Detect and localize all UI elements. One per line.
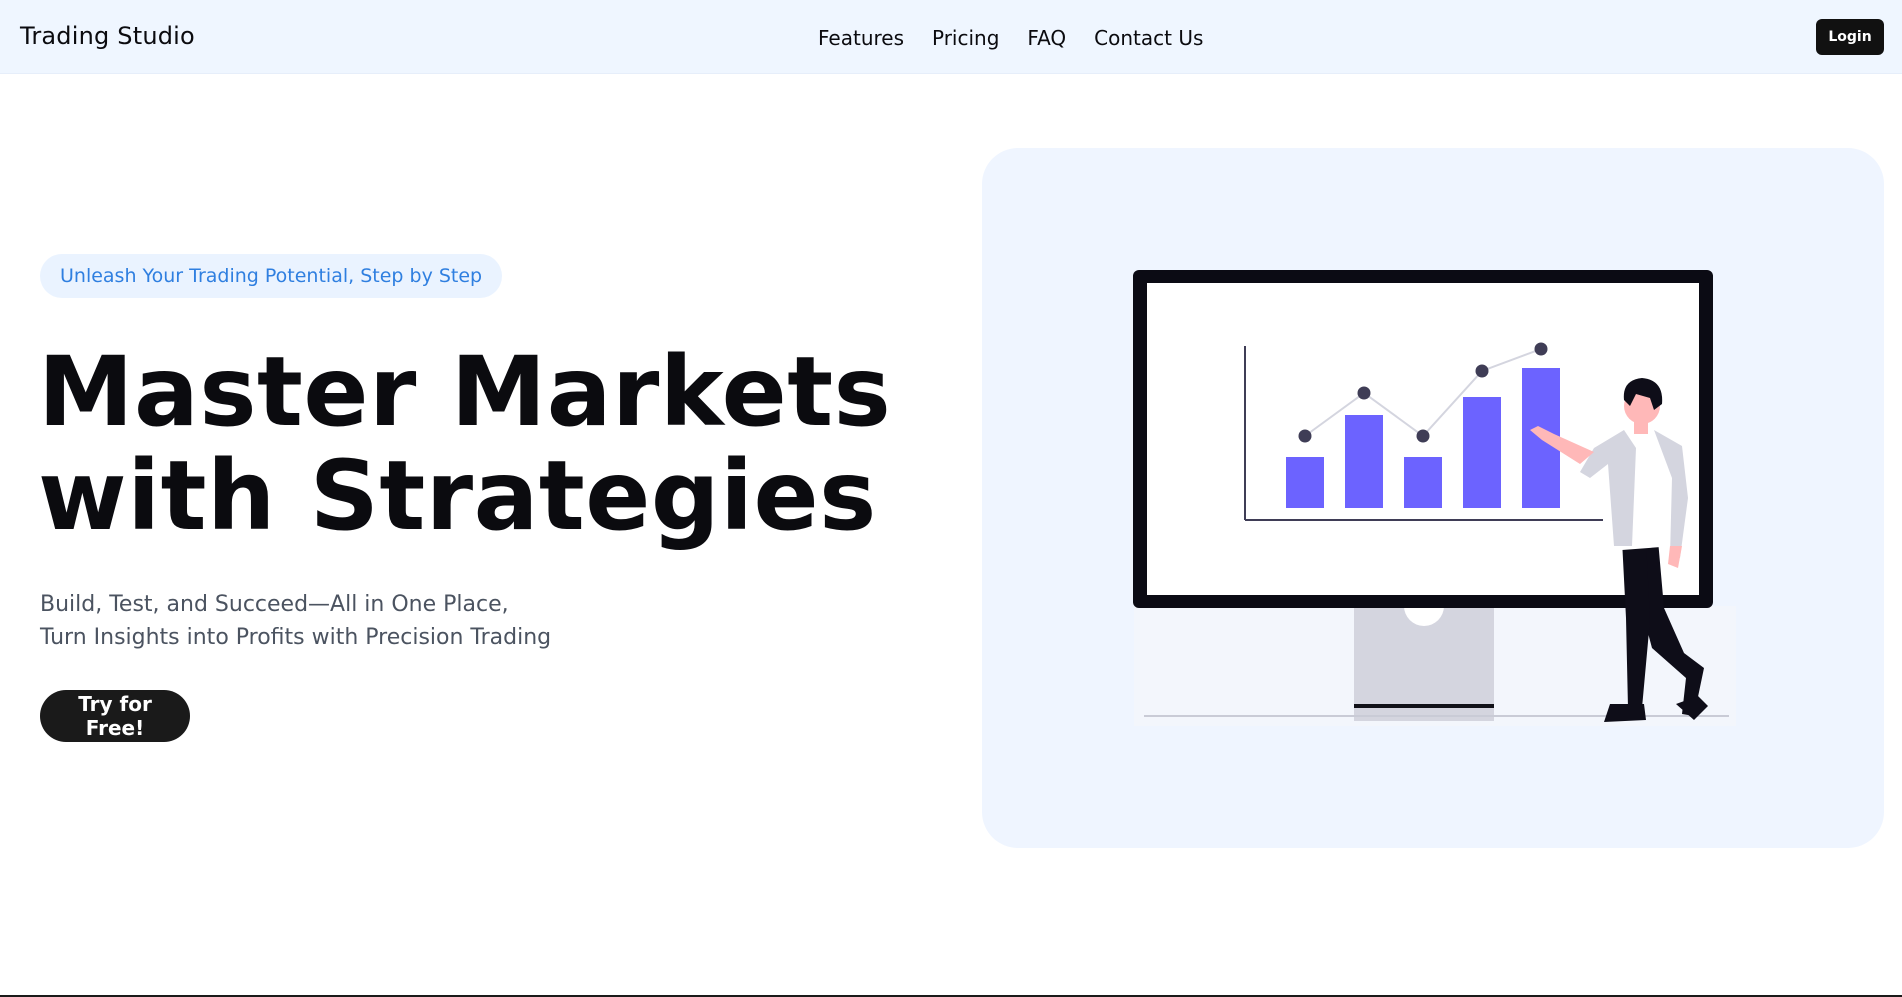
chart-bar bbox=[1463, 397, 1501, 508]
nav-link-faq[interactable]: FAQ bbox=[1027, 26, 1066, 50]
login-button[interactable]: Login bbox=[1816, 19, 1884, 55]
hero-title: Master Markets with Strategies bbox=[38, 340, 938, 548]
hero-subtitle-line-1: Build, Test, and Succeed—All in One Plac… bbox=[40, 592, 509, 617]
chart-point bbox=[1298, 429, 1312, 443]
nav-link-features[interactable]: Features bbox=[818, 26, 904, 50]
chart-point bbox=[1416, 429, 1430, 443]
top-navigation-bar: Trading Studio Features Pricing FAQ Cont… bbox=[0, 0, 1902, 74]
try-for-free-button[interactable]: Try for Free! bbox=[40, 690, 190, 742]
chart-bar bbox=[1286, 457, 1324, 508]
chart-bar bbox=[1345, 415, 1383, 508]
main-navigation: Features Pricing FAQ Contact Us bbox=[818, 26, 1203, 50]
tagline-badge: Unleash Your Trading Potential, Step by … bbox=[40, 254, 503, 298]
hero-title-line-2: with Strategies bbox=[38, 440, 877, 552]
chart-bar bbox=[1404, 457, 1442, 508]
chart-point bbox=[1534, 342, 1548, 356]
chart-point bbox=[1475, 364, 1489, 378]
person-presenting-chart-icon bbox=[1133, 270, 1736, 726]
hero-title-line-1: Master Markets bbox=[38, 336, 892, 448]
nav-link-pricing[interactable]: Pricing bbox=[932, 26, 999, 50]
monitor-stand-foot bbox=[1354, 704, 1494, 708]
brand-name[interactable]: Trading Studio bbox=[20, 22, 195, 50]
nav-link-contact-us[interactable]: Contact Us bbox=[1094, 26, 1203, 50]
hero-subtitle: Build, Test, and Succeed—All in One Plac… bbox=[40, 588, 551, 654]
chart-point bbox=[1357, 386, 1371, 400]
hero-illustration-card bbox=[982, 148, 1884, 848]
hero-subtitle-line-2: Turn Insights into Profits with Precisio… bbox=[40, 625, 552, 650]
